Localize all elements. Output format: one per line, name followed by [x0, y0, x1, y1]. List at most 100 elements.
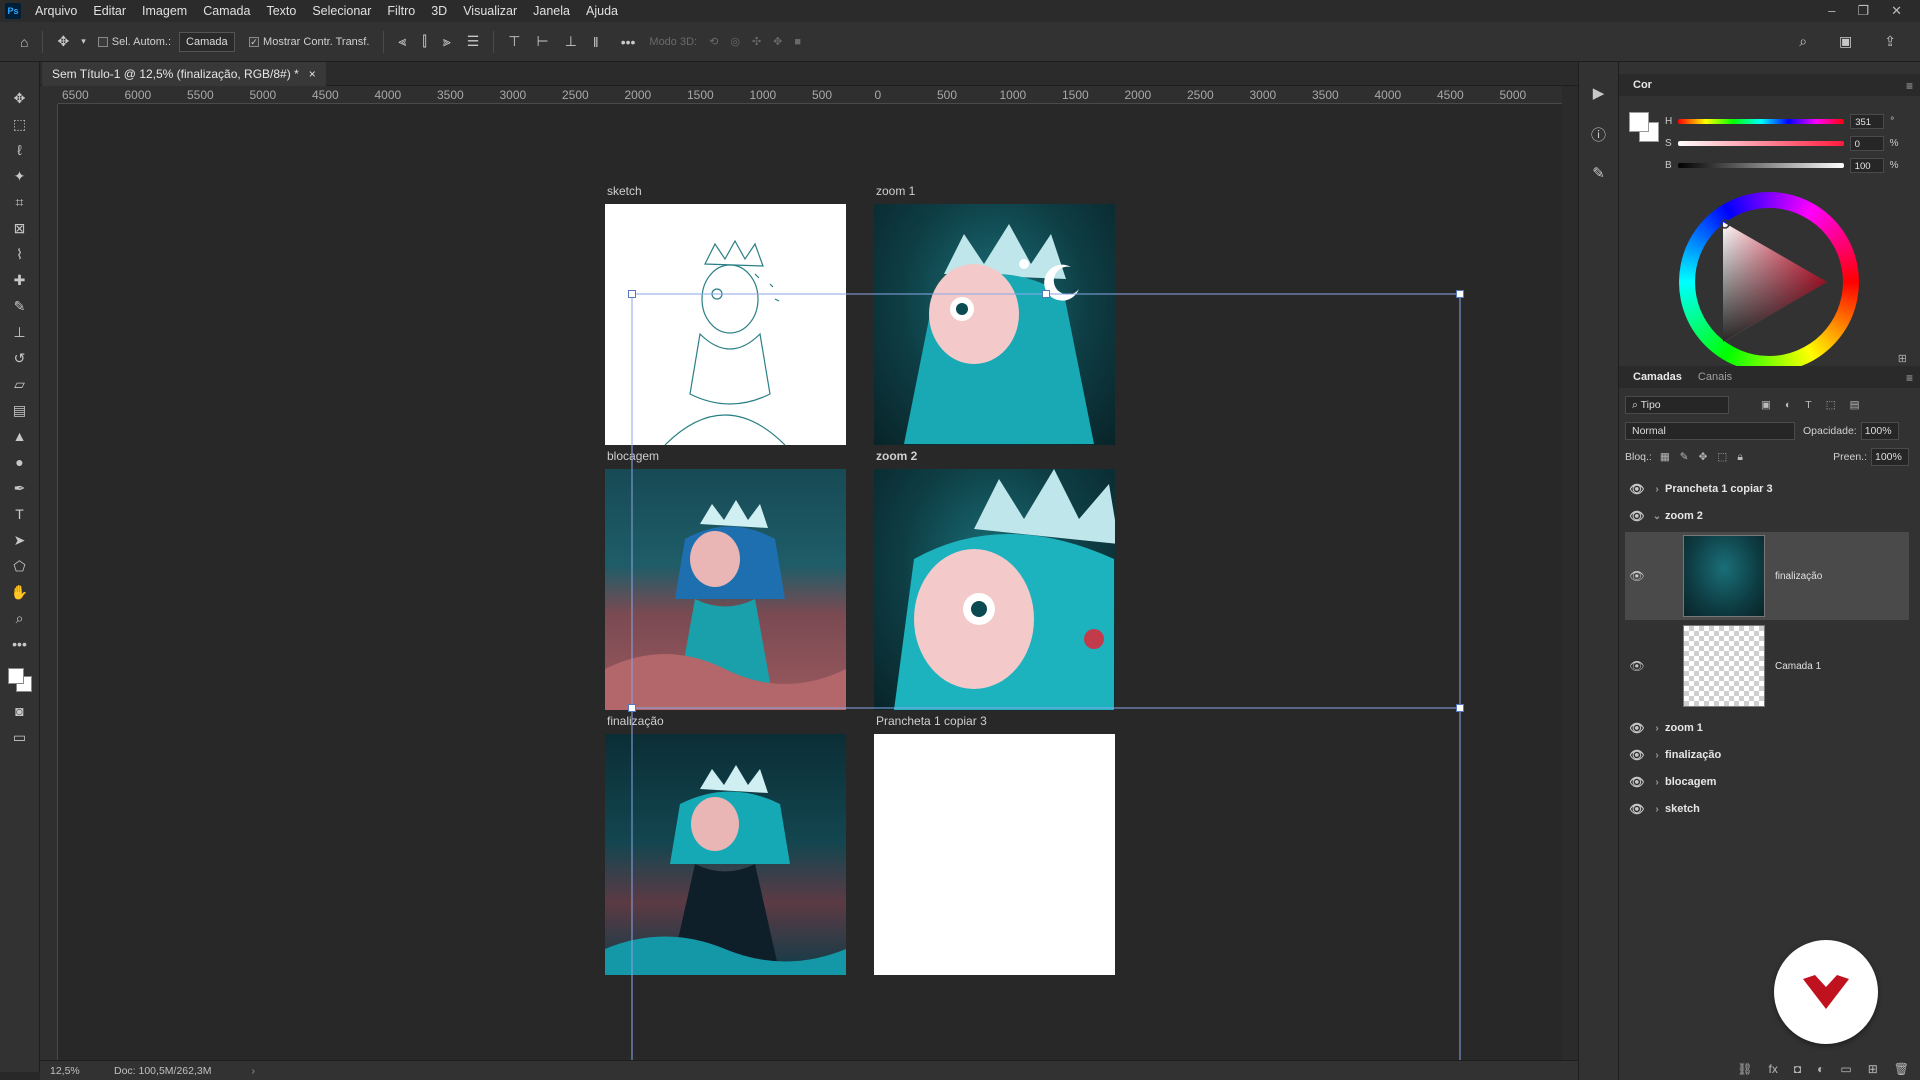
menu-camada[interactable]: Camada [195, 4, 258, 18]
filter-pixel-icon[interactable]: ▣ [1761, 399, 1771, 411]
quick-mask-icon[interactable]: ◙ [8, 703, 32, 720]
layer-row-selected[interactable]: 👁︎ finalização [1625, 532, 1909, 620]
eraser-tool-icon[interactable]: ▱ [8, 376, 32, 393]
color-wheel[interactable] [1679, 192, 1859, 372]
visibility-eye-icon[interactable]: 👁︎ [1625, 569, 1649, 583]
chevron-right-icon[interactable]: › [1649, 484, 1665, 495]
artboard-zoom-1[interactable] [874, 204, 1115, 445]
adjustment-layer-icon[interactable]: ◐ [1817, 1062, 1824, 1076]
brush-settings-icon[interactable]: ✎ [1589, 164, 1609, 184]
tab-camadas[interactable]: Camadas [1625, 371, 1690, 388]
color-swatches[interactable] [6, 666, 34, 694]
new-layer-icon[interactable]: ⊞ [1868, 1062, 1878, 1076]
filter-smart-object-icon[interactable]: ▤ [1850, 399, 1860, 411]
delete-layer-icon[interactable]: 🗑︎ [1894, 1062, 1909, 1076]
zoom-tool-icon[interactable]: ⌕ [8, 610, 32, 627]
chevron-right-icon[interactable]: › [251, 1065, 255, 1077]
filter-shape-icon[interactable]: ⬚ [1826, 399, 1836, 411]
visibility-eye-icon[interactable]: 👁︎ [1625, 659, 1649, 673]
artboard-label-prancheta[interactable]: Prancheta 1 copiar 3 [876, 714, 987, 728]
chevron-down-icon[interactable]: ⌄ [1649, 511, 1665, 522]
layer-row[interactable]: 👁︎ ⌄ zoom 2 [1625, 505, 1909, 527]
menu-visualizar[interactable]: Visualizar [455, 4, 525, 18]
artboard-blocagem[interactable] [605, 469, 846, 710]
filter-adjustment-icon[interactable]: ◐ [1785, 399, 1791, 411]
visibility-eye-icon[interactable]: 👁︎ [1625, 509, 1649, 523]
frame-tool-icon[interactable]: ⊠ [8, 220, 32, 237]
layer-row[interactable]: 👁︎ › blocagem [1625, 771, 1909, 793]
artboard-label-zoom-1[interactable]: zoom 1 [876, 184, 915, 198]
transform-handle-bottom-right[interactable] [1456, 704, 1464, 712]
marquee-tool-icon[interactable]: ⬚ [8, 116, 32, 133]
gradient-tool-icon[interactable]: ▤ [8, 402, 32, 419]
lock-transparency-icon[interactable]: ▦ [1660, 451, 1670, 464]
more-options-icon[interactable]: ••• [621, 34, 636, 50]
info-icon[interactable]: ⓘ [1589, 124, 1609, 144]
healing-brush-tool-icon[interactable]: ✚ [8, 272, 32, 289]
align-top-icon[interactable]: ⊤ [508, 33, 520, 50]
menu-arquivo[interactable]: Arquivo [27, 4, 85, 18]
type-tool-icon[interactable]: T [8, 506, 32, 523]
layer-row[interactable]: 👁︎ › finalização [1625, 744, 1909, 766]
chevron-right-icon[interactable]: › [1649, 723, 1665, 734]
chevron-right-icon[interactable]: › [1649, 777, 1665, 788]
close-icon[interactable]: ✕ [1891, 3, 1902, 19]
new-group-icon[interactable]: ▭ [1840, 1062, 1851, 1076]
lasso-tool-icon[interactable]: ℓ [8, 142, 32, 159]
menu-editar[interactable]: Editar [85, 4, 134, 18]
screen-mode-icon[interactable]: ▭ [8, 729, 32, 746]
menu-3d[interactable]: 3D [423, 4, 455, 18]
pen-tool-icon[interactable]: ✒ [8, 480, 32, 497]
auto-select-checkbox[interactable]: Sel. Autom.: [97, 36, 171, 48]
foreground-color-swatch[interactable] [7, 668, 24, 684]
lock-artboard-icon[interactable]: ⬚ [1717, 451, 1727, 464]
vertical-scrollbar[interactable] [1562, 86, 1608, 1060]
history-brush-tool-icon[interactable]: ↺ [8, 350, 32, 367]
home-icon[interactable]: ⌂ [20, 34, 28, 50]
brightness-value-field[interactable]: 100 [1849, 158, 1884, 173]
menu-texto[interactable]: Texto [258, 4, 304, 18]
blend-mode-dropdown[interactable]: Normal [1625, 422, 1795, 440]
align-hcenter-icon[interactable]: ⫿ [422, 33, 426, 50]
stamp-tool-icon[interactable]: ⊥ [8, 324, 32, 341]
lock-position-icon[interactable]: ✥ [1699, 451, 1708, 464]
lock-image-icon[interactable]: ✎ [1680, 451, 1689, 464]
menu-selecionar[interactable]: Selecionar [304, 4, 379, 18]
visibility-eye-icon[interactable]: 👁︎ [1625, 482, 1649, 496]
close-tab-icon[interactable]: × [309, 67, 316, 81]
search-icon[interactable]: ⌕ [1799, 33, 1807, 50]
distribute-vertical-icon[interactable]: ‖ [593, 34, 599, 50]
fx-icon[interactable]: fx [1769, 1062, 1778, 1076]
auto-select-dropdown[interactable]: Camada [179, 31, 236, 52]
chevron-down-icon[interactable]: ▾ [81, 36, 86, 47]
artboard-label-zoom-2[interactable]: zoom 2 [876, 449, 917, 463]
checkbox-unchecked-icon[interactable] [97, 36, 108, 47]
hand-tool-icon[interactable]: ✋ [8, 584, 32, 601]
workspace-icon[interactable]: ▣ [1839, 33, 1852, 50]
transform-handle-top-left[interactable] [628, 290, 636, 298]
doc-size[interactable]: Doc: 100,5M/262,3M [114, 1065, 211, 1077]
artboard-zoom-2[interactable] [874, 469, 1115, 710]
visibility-eye-icon[interactable]: 👁︎ [1625, 721, 1649, 735]
add-mask-icon[interactable]: ◘ [1794, 1062, 1801, 1076]
filter-type-icon[interactable]: T [1805, 399, 1811, 411]
hue-value-field[interactable]: 351 [1850, 114, 1885, 129]
color-triangle[interactable] [1695, 208, 1843, 356]
chevron-right-icon[interactable]: › [1649, 804, 1665, 815]
more-tools-icon[interactable]: ••• [8, 636, 32, 653]
magic-wand-tool-icon[interactable]: ✦ [8, 168, 32, 185]
layer-row[interactable]: 👁︎ › Prancheta 1 copiar 3 [1625, 478, 1909, 500]
link-layers-icon[interactable]: ⛓︎ [1737, 1062, 1752, 1076]
menu-imagem[interactable]: Imagem [134, 4, 195, 18]
align-bottom-icon[interactable]: ⊥ [565, 33, 577, 50]
artboard-label-finalizacao[interactable]: finalização [607, 714, 664, 728]
layer-row[interactable]: 👁︎ Camada 1 [1625, 622, 1909, 710]
show-transform-checkbox[interactable]: ✓ Mostrar Contr. Transf. [249, 36, 369, 48]
visibility-eye-icon[interactable]: 👁︎ [1625, 802, 1649, 816]
shape-tool-icon[interactable]: ⬠ [8, 558, 32, 575]
restore-icon[interactable]: ❐ [1857, 3, 1869, 19]
saturation-slider[interactable] [1677, 141, 1844, 146]
align-left-icon[interactable]: ⫷ [398, 33, 406, 50]
play-actions-icon[interactable]: ▶ [1589, 84, 1609, 104]
artboard-sketch[interactable] [605, 204, 846, 445]
